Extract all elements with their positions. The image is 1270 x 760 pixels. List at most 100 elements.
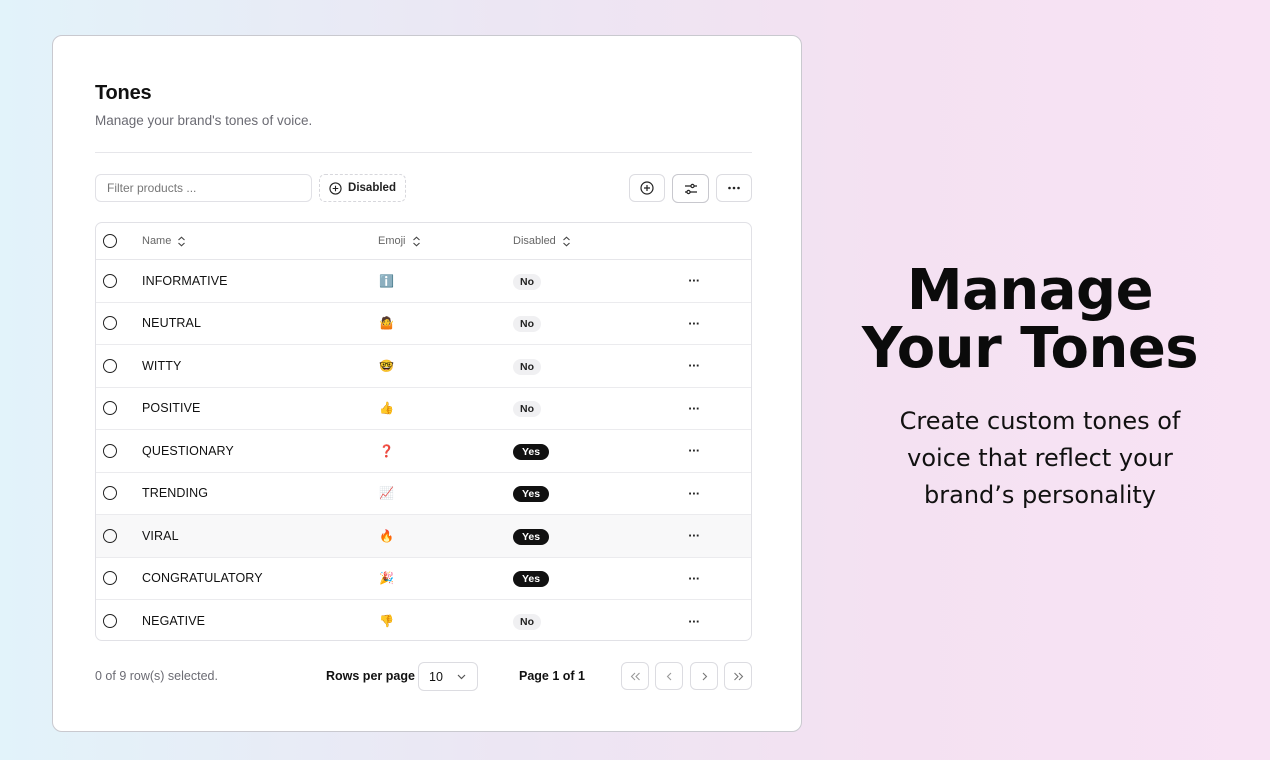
tone-name: QUESTIONARY — [142, 443, 234, 458]
row-checkbox[interactable] — [103, 443, 117, 458]
tones-table: Name Emoji Disabled INFORMATIVE ℹ️ No ··· NE… — [95, 222, 752, 641]
hero-subtitle-line: brand’s personality — [924, 481, 1156, 509]
row-checkbox[interactable] — [103, 614, 117, 629]
status-badge: Yes — [513, 571, 550, 588]
tone-emoji: 🎉 — [379, 571, 394, 586]
row-actions-button[interactable]: ··· — [686, 528, 702, 543]
tone-emoji: 🤷 — [379, 316, 394, 331]
status-badge: No — [513, 316, 541, 333]
sort-icon — [412, 235, 420, 247]
row-checkbox[interactable] — [103, 273, 117, 288]
tone-name: VIRAL — [142, 528, 179, 543]
more-horizontal-icon — [728, 186, 740, 190]
sort-icon — [562, 235, 570, 247]
column-header-disabled-label: Disabled — [513, 235, 556, 247]
next-page-button[interactable] — [690, 662, 718, 690]
hero-subtitle-line: voice that reflect your — [907, 444, 1173, 472]
disabled-cell: No — [513, 314, 541, 333]
disabled-cell: Yes — [513, 527, 550, 545]
table-row[interactable]: QUESTIONARY ❓ Yes ··· — [96, 430, 751, 473]
filter-input[interactable] — [95, 174, 312, 202]
disabled-cell: No — [513, 399, 541, 418]
table-row[interactable]: CONGRATULATORY 🎉 Yes ··· — [96, 558, 751, 600]
tone-emoji: ❓ — [379, 443, 394, 458]
status-badge: Yes — [513, 443, 550, 460]
column-header-name-label: Name — [142, 235, 172, 247]
plus-circle-icon — [640, 181, 654, 195]
chevron-left-icon — [666, 672, 671, 680]
page-subtitle: Manage your brand's tones of voice. — [95, 113, 313, 128]
status-badge: No — [513, 273, 541, 290]
sliders-icon — [684, 183, 697, 194]
hero-title-line: Manage — [906, 258, 1154, 323]
table-body: INFORMATIVE ℹ️ No ··· NEUTRAL 🤷 No ··· WITTY 🤓 No ·… — [96, 260, 751, 640]
table-header: Name Emoji Disabled — [96, 223, 751, 260]
tone-name: CONGRATULATORY — [142, 571, 263, 586]
row-actions-button[interactable]: ··· — [686, 316, 702, 331]
chevron-right-icon — [702, 672, 707, 680]
hero-title-line: Your Tones — [861, 316, 1199, 381]
status-badge: Yes — [513, 486, 550, 503]
disabled-filter-label: Disabled — [348, 182, 396, 194]
row-actions-button[interactable]: ··· — [686, 273, 702, 288]
tone-name: NEGATIVE — [142, 614, 206, 629]
disabled-filter-button[interactable]: Disabled — [319, 174, 406, 202]
tone-name: POSITIVE — [142, 401, 201, 416]
page-title: Tones — [95, 82, 152, 104]
row-checkbox[interactable] — [103, 316, 117, 331]
table-row[interactable]: INFORMATIVE ℹ️ No ··· — [96, 260, 751, 303]
disabled-cell: No — [513, 612, 541, 631]
divider — [95, 152, 752, 153]
plus-circle-icon — [329, 181, 342, 195]
status-badge: Yes — [513, 528, 550, 545]
status-badge: No — [513, 401, 541, 418]
column-header-emoji-label: Emoji — [378, 235, 406, 247]
row-checkbox[interactable] — [103, 401, 117, 416]
rows-per-page-value: 10 — [429, 669, 443, 684]
row-checkbox[interactable] — [103, 358, 117, 373]
row-checkbox[interactable] — [103, 528, 117, 543]
row-actions-button[interactable]: ··· — [686, 614, 702, 629]
tone-emoji: ℹ️ — [379, 273, 394, 288]
more-options-button[interactable] — [716, 174, 752, 202]
row-actions-button[interactable]: ··· — [686, 358, 702, 373]
last-page-button[interactable] — [724, 662, 752, 690]
selection-count: 0 of 9 row(s) selected. — [95, 669, 218, 683]
row-actions-button[interactable]: ··· — [686, 443, 702, 458]
first-page-button[interactable] — [621, 662, 649, 690]
table-row[interactable]: NEGATIVE 👎 No ··· — [96, 600, 751, 640]
view-settings-button[interactable] — [672, 174, 709, 203]
column-header-disabled[interactable]: Disabled — [513, 235, 571, 247]
row-actions-button[interactable]: ··· — [686, 401, 702, 416]
hero-title: Manage Your Tones — [830, 262, 1230, 378]
tone-name: NEUTRAL — [142, 316, 202, 331]
rows-per-page-select[interactable]: 10 — [418, 662, 478, 691]
row-checkbox[interactable] — [103, 486, 117, 501]
tone-emoji: 🤓 — [379, 358, 394, 373]
table-row[interactable]: NEUTRAL 🤷 No ··· — [96, 303, 751, 345]
chevrons-right-icon — [733, 672, 743, 680]
select-all-checkbox[interactable] — [103, 234, 117, 248]
table-row[interactable]: TRENDING 📈 Yes ··· — [96, 473, 751, 515]
table-row[interactable]: WITTY 🤓 No ··· — [96, 345, 751, 388]
tone-name: WITTY — [142, 358, 182, 373]
row-actions-button[interactable]: ··· — [686, 571, 702, 586]
row-actions-button[interactable]: ··· — [686, 486, 702, 501]
column-header-emoji[interactable]: Emoji — [378, 235, 421, 247]
tone-emoji: 👎 — [379, 614, 394, 629]
status-badge: No — [513, 614, 541, 631]
disabled-cell: Yes — [513, 569, 550, 588]
disabled-cell: Yes — [513, 484, 550, 503]
column-header-name[interactable]: Name — [142, 235, 186, 247]
table-row[interactable]: VIRAL 🔥 Yes ··· — [96, 515, 751, 558]
tone-emoji: 👍 — [379, 401, 394, 416]
tone-emoji: 🔥 — [379, 528, 394, 543]
tone-emoji: 📈 — [379, 486, 394, 501]
add-tone-button[interactable] — [629, 174, 665, 202]
status-badge: No — [513, 358, 541, 375]
previous-page-button[interactable] — [655, 662, 683, 690]
chevron-down-icon — [457, 674, 466, 679]
row-checkbox[interactable] — [103, 571, 117, 586]
table-row[interactable]: POSITIVE 👍 No ··· — [96, 388, 751, 430]
tone-name: INFORMATIVE — [142, 273, 228, 288]
